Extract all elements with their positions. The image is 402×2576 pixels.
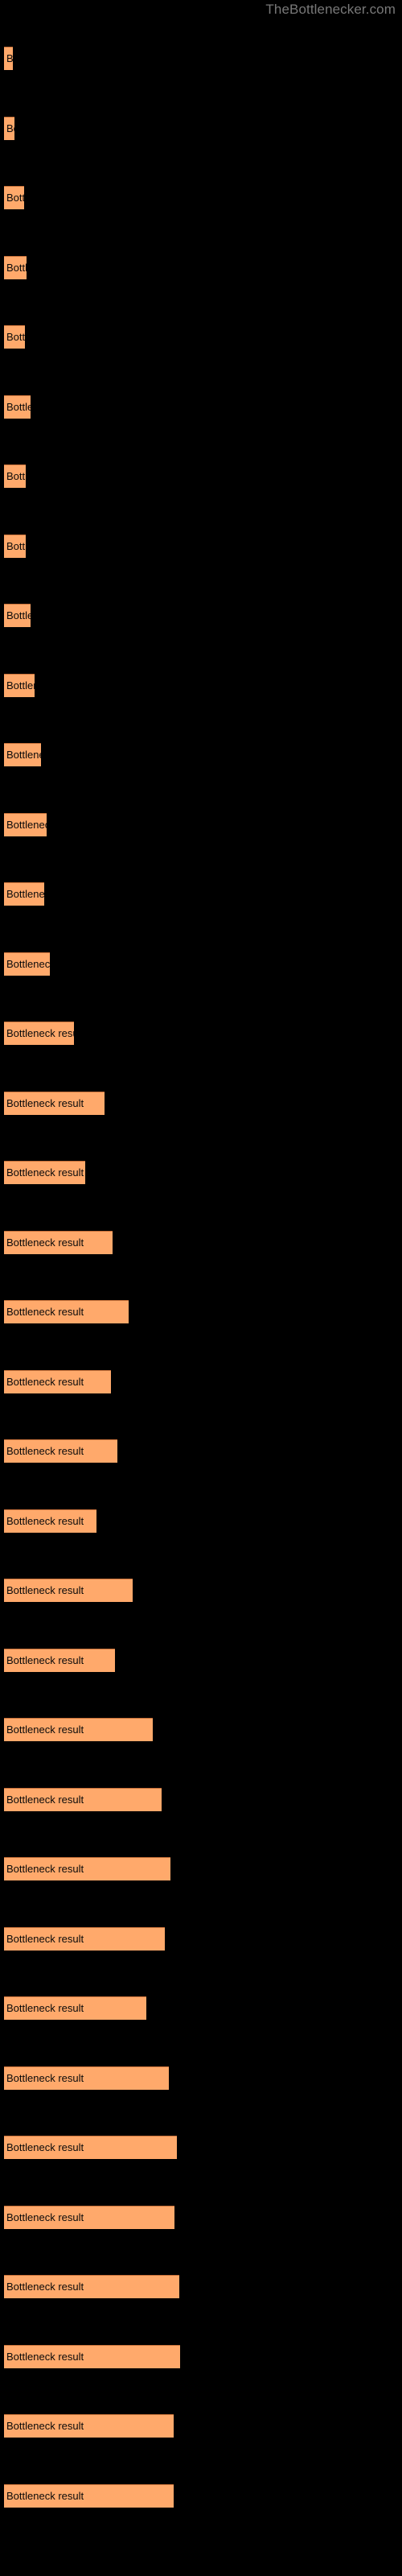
bar-label: Bottleneck result bbox=[6, 2211, 84, 2223]
bar-label: Bottleneck result bbox=[6, 261, 27, 274]
bar[interactable]: Bottleneck result bbox=[4, 1579, 133, 1602]
bar-label: Bottleneck result bbox=[6, 2350, 84, 2363]
bar-label: Bottleneck result bbox=[6, 1724, 84, 1736]
bar-label: Bottleneck result bbox=[6, 1236, 84, 1249]
bar-label: Bottleneck result bbox=[6, 2420, 84, 2432]
bar[interactable]: Bottleneck result bbox=[4, 882, 44, 906]
bar-label: Bottleneck result bbox=[6, 2002, 84, 2014]
bar[interactable]: Bottleneck result bbox=[4, 1509, 96, 1533]
bar[interactable]: Bottleneck result bbox=[4, 2344, 180, 2368]
bar[interactable]: Bottleneck result bbox=[4, 1230, 113, 1254]
bar[interactable]: Bottleneck result bbox=[4, 1718, 153, 1741]
bar[interactable]: Bottleneck result bbox=[4, 1996, 146, 2020]
bar[interactable]: Bottleneck result bbox=[4, 1300, 129, 1323]
bar-chart-canvas: TheBottlenecker.com Bottleneck resultBot… bbox=[0, 0, 402, 2576]
bar[interactable]: Bottleneck result bbox=[4, 2205, 174, 2229]
bar-label: Bottleneck result bbox=[6, 888, 44, 900]
bar[interactable]: Bottleneck result bbox=[4, 952, 50, 976]
bar[interactable]: Bottleneck result bbox=[4, 1857, 170, 1880]
bar[interactable]: Bottleneck result bbox=[4, 1091, 105, 1115]
bar-label: Bottleneck result bbox=[6, 52, 13, 64]
bar[interactable]: Bottleneck result bbox=[4, 1926, 165, 1951]
bar[interactable]: Bottleneck result bbox=[4, 743, 41, 766]
bar-label: Bottleneck result bbox=[6, 1306, 84, 1318]
bar-label: Bottleneck result bbox=[6, 331, 25, 343]
bar-label: Bottleneck result bbox=[6, 1027, 74, 1039]
bar-label: Bottleneck result bbox=[6, 749, 41, 761]
bar-label: Bottleneck result bbox=[6, 957, 50, 970]
bar-label: Bottleneck result bbox=[6, 539, 26, 552]
bar-label: Bottleneck result bbox=[6, 2281, 84, 2293]
bar[interactable]: Bottleneck result bbox=[4, 116, 14, 140]
bar-label: Bottleneck result bbox=[6, 1793, 84, 1806]
bar-label: Bottleneck result bbox=[6, 1584, 84, 1596]
bar-label: Bottleneck result bbox=[6, 470, 26, 482]
bar[interactable]: Bottleneck result bbox=[4, 2414, 174, 2438]
bar[interactable]: Bottleneck result bbox=[4, 1161, 85, 1184]
bar-label: Bottleneck result bbox=[6, 679, 35, 691]
bar[interactable]: Bottleneck result bbox=[4, 47, 13, 70]
bar[interactable]: Bottleneck result bbox=[4, 1022, 74, 1045]
bar-label: Bottleneck result bbox=[6, 2071, 84, 2084]
bar-label: Bottleneck result bbox=[6, 1932, 84, 1945]
bar-label: Bottleneck result bbox=[6, 2141, 84, 2153]
bar[interactable]: Bottleneck result bbox=[4, 394, 31, 419]
bar[interactable]: Bottleneck result bbox=[4, 1648, 115, 1672]
bar-label: Bottleneck result bbox=[6, 818, 47, 831]
bar[interactable]: Bottleneck result bbox=[4, 604, 31, 627]
bar[interactable]: Bottleneck result bbox=[4, 534, 26, 558]
bar[interactable]: Bottleneck result bbox=[4, 2483, 174, 2508]
bar-label: Bottleneck result bbox=[6, 122, 14, 134]
bar-label: Bottleneck result bbox=[6, 609, 31, 621]
bar[interactable]: Bottleneck result bbox=[4, 812, 47, 836]
bar[interactable]: Bottleneck result bbox=[4, 1439, 117, 1463]
bar[interactable]: Bottleneck result bbox=[4, 255, 27, 279]
bar[interactable]: Bottleneck result bbox=[4, 2275, 179, 2298]
bar-label: Bottleneck result bbox=[6, 192, 24, 204]
bars-layer: Bottleneck result Bottleneck result Bottle… bbox=[0, 0, 402, 2576]
bar[interactable]: Bottleneck result bbox=[4, 2066, 169, 2090]
bar[interactable]: Bottleneck result bbox=[4, 1369, 111, 1393]
bar-label: Bottleneck result bbox=[6, 1375, 84, 1388]
bar-label: Bottleneck result bbox=[6, 1863, 84, 1875]
bar-label: Bottleneck result bbox=[6, 1445, 84, 1457]
bar[interactable]: Bottleneck result bbox=[4, 2136, 177, 2159]
bar-label: Bottleneck result bbox=[6, 1653, 84, 1666]
bar[interactable]: Bottleneck result bbox=[4, 464, 26, 488]
bar-label: Bottleneck result bbox=[6, 1514, 84, 1527]
bar-label: Bottleneck result bbox=[6, 1096, 84, 1109]
bar[interactable]: Bottleneck result bbox=[4, 325, 25, 349]
bar-label: Bottleneck result bbox=[6, 2489, 84, 2502]
bar[interactable]: Bottleneck result bbox=[4, 186, 24, 209]
bar[interactable]: Bottleneck result bbox=[4, 673, 35, 697]
bar-label: Bottleneck result bbox=[6, 1166, 84, 1179]
bar-label: Bottleneck result bbox=[6, 400, 31, 413]
bar[interactable]: Bottleneck result bbox=[4, 1787, 162, 1811]
